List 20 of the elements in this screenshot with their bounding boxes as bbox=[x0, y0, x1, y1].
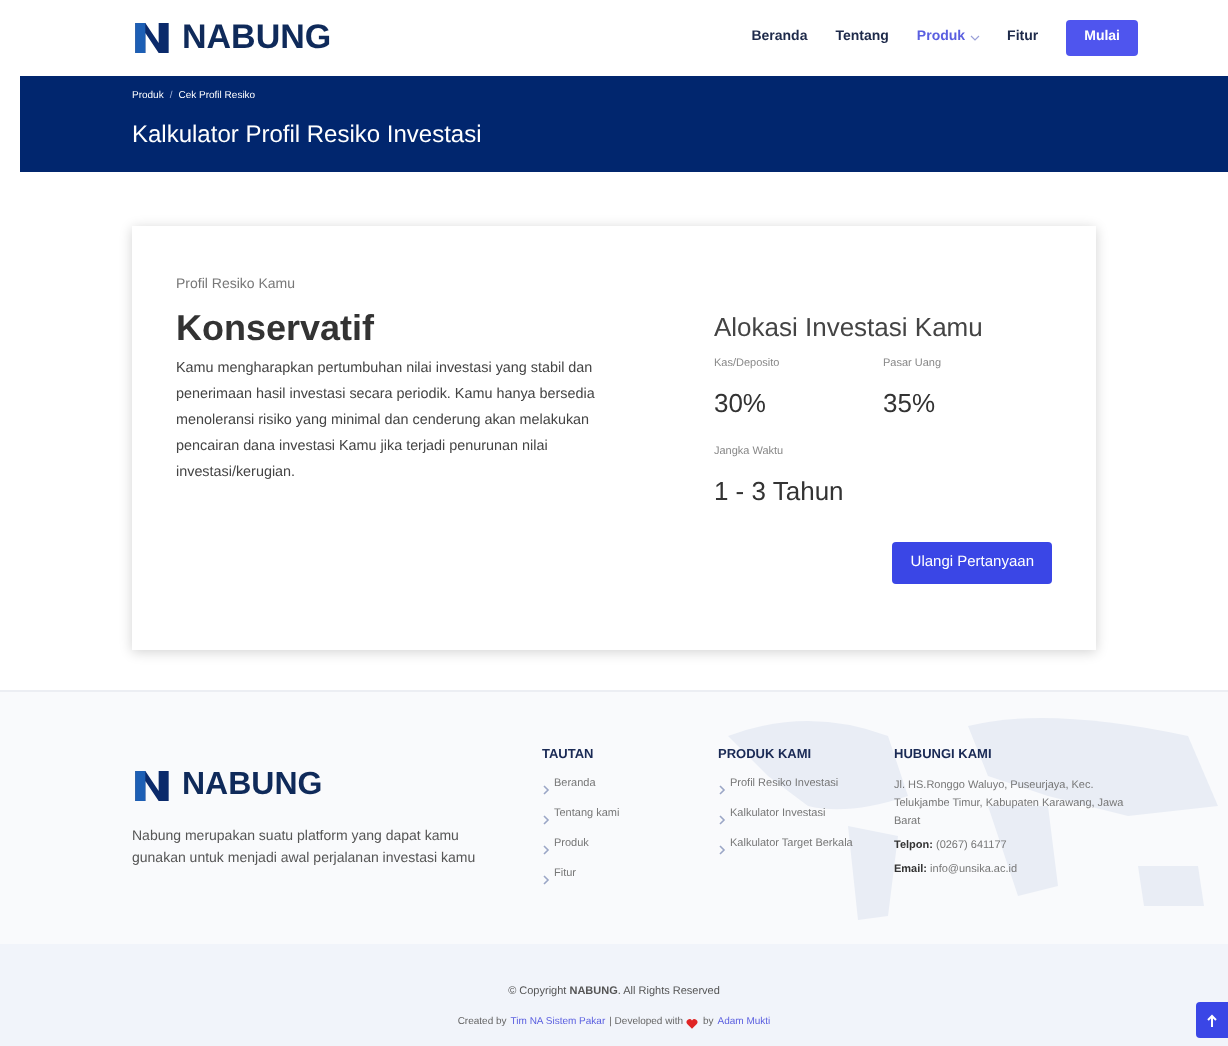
logo-icon bbox=[132, 766, 172, 806]
arrow-up-icon bbox=[1206, 1013, 1218, 1027]
chevron-icon bbox=[542, 783, 550, 796]
chevron-icon bbox=[718, 843, 726, 856]
scroll-top-button[interactable] bbox=[1196, 1002, 1228, 1038]
page-title: Kalkulator Profil Resiko Investasi bbox=[132, 117, 484, 151]
chevron-icon bbox=[542, 813, 550, 826]
allocation-value: 30% bbox=[713, 386, 768, 423]
chevron-icon bbox=[718, 813, 726, 826]
logo-icon bbox=[132, 18, 172, 58]
brand-name[interactable]: NABUNG bbox=[182, 12, 332, 64]
heart-icon bbox=[686, 1018, 699, 1030]
chevron-icon bbox=[542, 873, 550, 886]
allocation-title: Alokasi Investasi Kamu bbox=[713, 312, 985, 344]
allocation-value: 35% bbox=[882, 386, 938, 423]
chevron-icon bbox=[542, 843, 550, 856]
chevron-icon bbox=[718, 783, 726, 796]
footer-brand-name: NABUNG bbox=[182, 766, 323, 806]
profile-name: Konservatif bbox=[176, 305, 377, 349]
term-value: 1 - 3 Tahun bbox=[713, 474, 846, 510]
